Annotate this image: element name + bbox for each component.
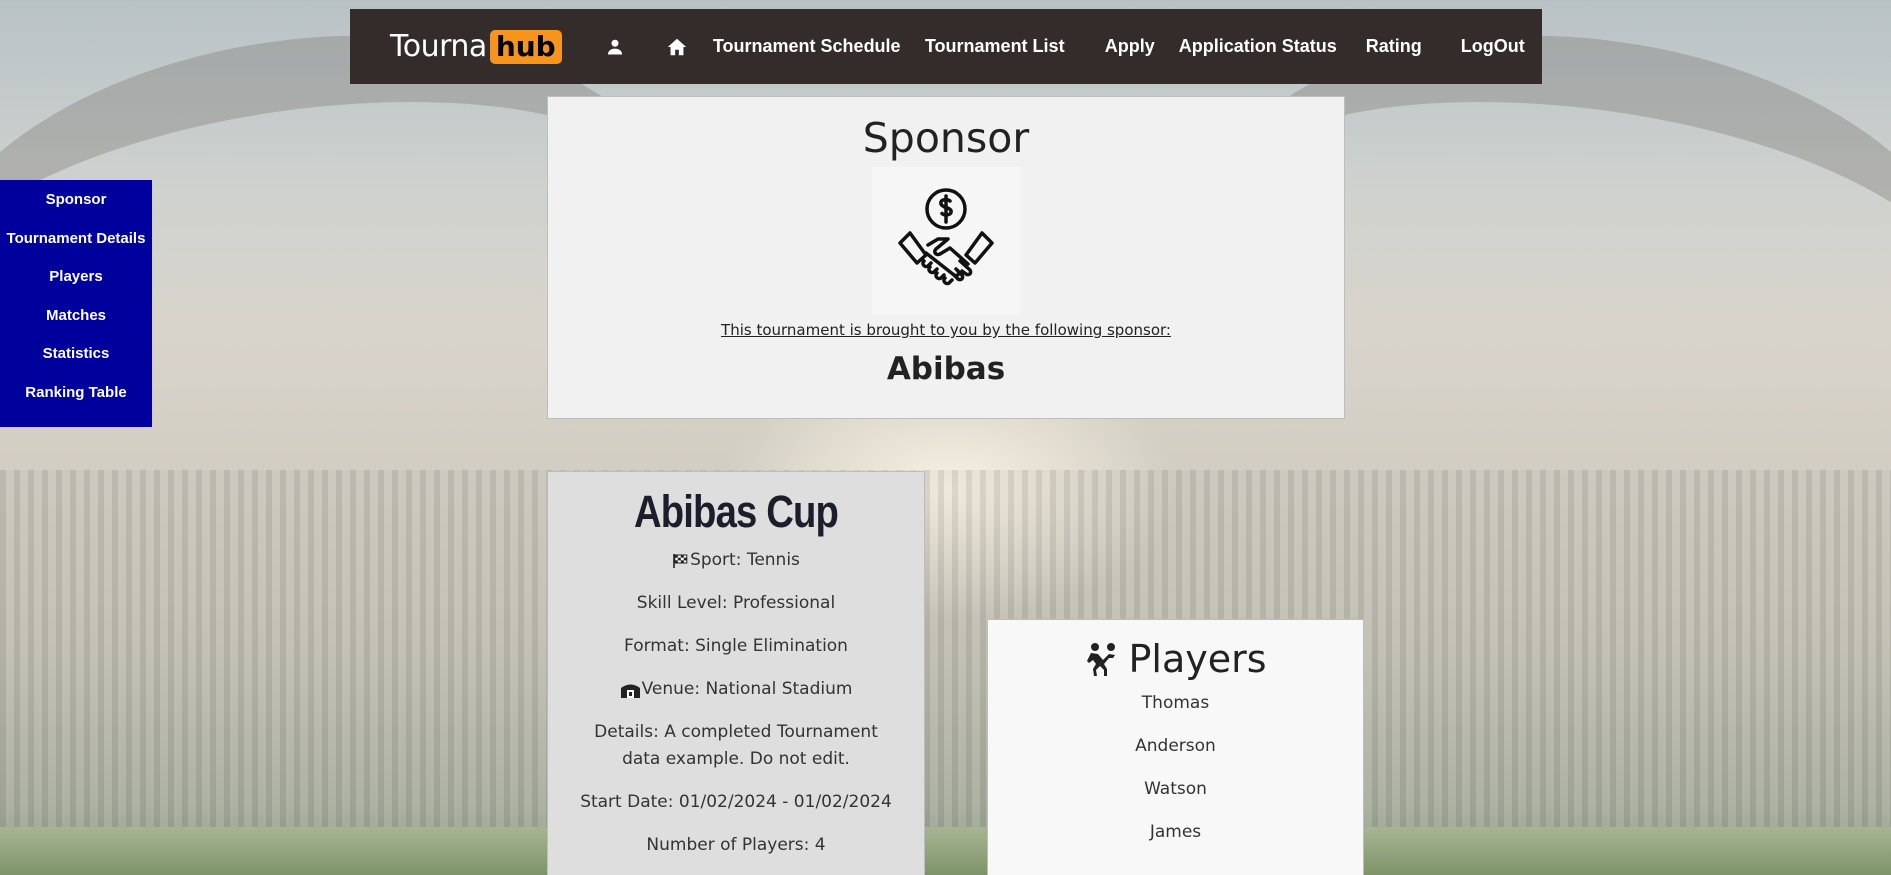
logo-text: Tourna [390,29,487,64]
tournament-details-card: Abibas Cup Sport: Tennis Skill Level: Pr… [547,471,925,875]
sponsor-card: Sponsor This tournament is brought to yo… [547,96,1345,419]
venue-text: Venue: National Stadium [641,679,853,699]
top-navbar: Tourna hub Tournament Schedule Tournamen… [350,9,1542,84]
stadium-crowd [0,470,1891,830]
nav-application-status[interactable]: Application Status [1172,9,1344,84]
nav-tournament-schedule[interactable]: Tournament Schedule [712,9,902,84]
sidebar-item-matches[interactable]: Matches [0,305,152,344]
player-count-detail: Number of Players: 4 [646,835,826,855]
date-detail: Start Date: 01/02/2024 - 01/02/2024 [580,792,892,812]
skill-level-detail: Skill Level: Professional [636,593,836,613]
nav-apply[interactable]: Apply [1088,9,1172,84]
stadium-icon [620,681,641,699]
stadium-field [0,827,1891,875]
sponsor-caption: This tournament is brought to you by the… [721,321,1171,339]
logo[interactable]: Tourna hub [390,29,562,64]
sponsor-title: Sponsor [862,114,1030,162]
nav-logout[interactable]: LogOut [1444,9,1542,84]
wrestling-icon [1084,642,1120,676]
user-icon[interactable] [584,9,646,84]
nav-tournament-list[interactable]: Tournament List [902,9,1088,84]
tournament-name: Abibas Cup [633,486,839,537]
home-icon[interactable] [646,9,708,84]
player-name: Watson [1144,779,1207,799]
player-name: James [1149,822,1202,842]
side-navigation: Sponsor Tournament Details Players Match… [0,180,152,427]
sidebar-item-tournament-details[interactable]: Tournament Details [0,228,152,267]
venue-detail: Venue: National Stadium [548,676,924,703]
sport-detail: Sport: Tennis [548,547,924,574]
sidebar-item-statistics[interactable]: Statistics [0,343,152,382]
logo-badge: hub [489,29,562,64]
checkered-flag-icon [672,553,688,569]
players-card: Players Thomas Anderson Watson James [987,619,1364,875]
sidebar-item-players[interactable]: Players [0,266,152,305]
details-description: Details: A completed Tournament data exa… [594,722,878,769]
format-detail: Format: Single Elimination [624,636,848,656]
players-title: Players [1128,637,1267,681]
player-name: Thomas [1141,693,1210,713]
sidebar-item-ranking-table[interactable]: Ranking Table [0,382,152,421]
sidebar-item-sponsor[interactable]: Sponsor [0,189,152,228]
players-heading: Players [988,636,1363,682]
nav-rating[interactable]: Rating [1344,9,1444,84]
sponsor-name: Abibas [886,351,1006,387]
player-name: Anderson [1135,736,1216,756]
sport-text: Sport: Tennis [690,550,800,570]
sponsor-handshake-icon [872,167,1020,315]
